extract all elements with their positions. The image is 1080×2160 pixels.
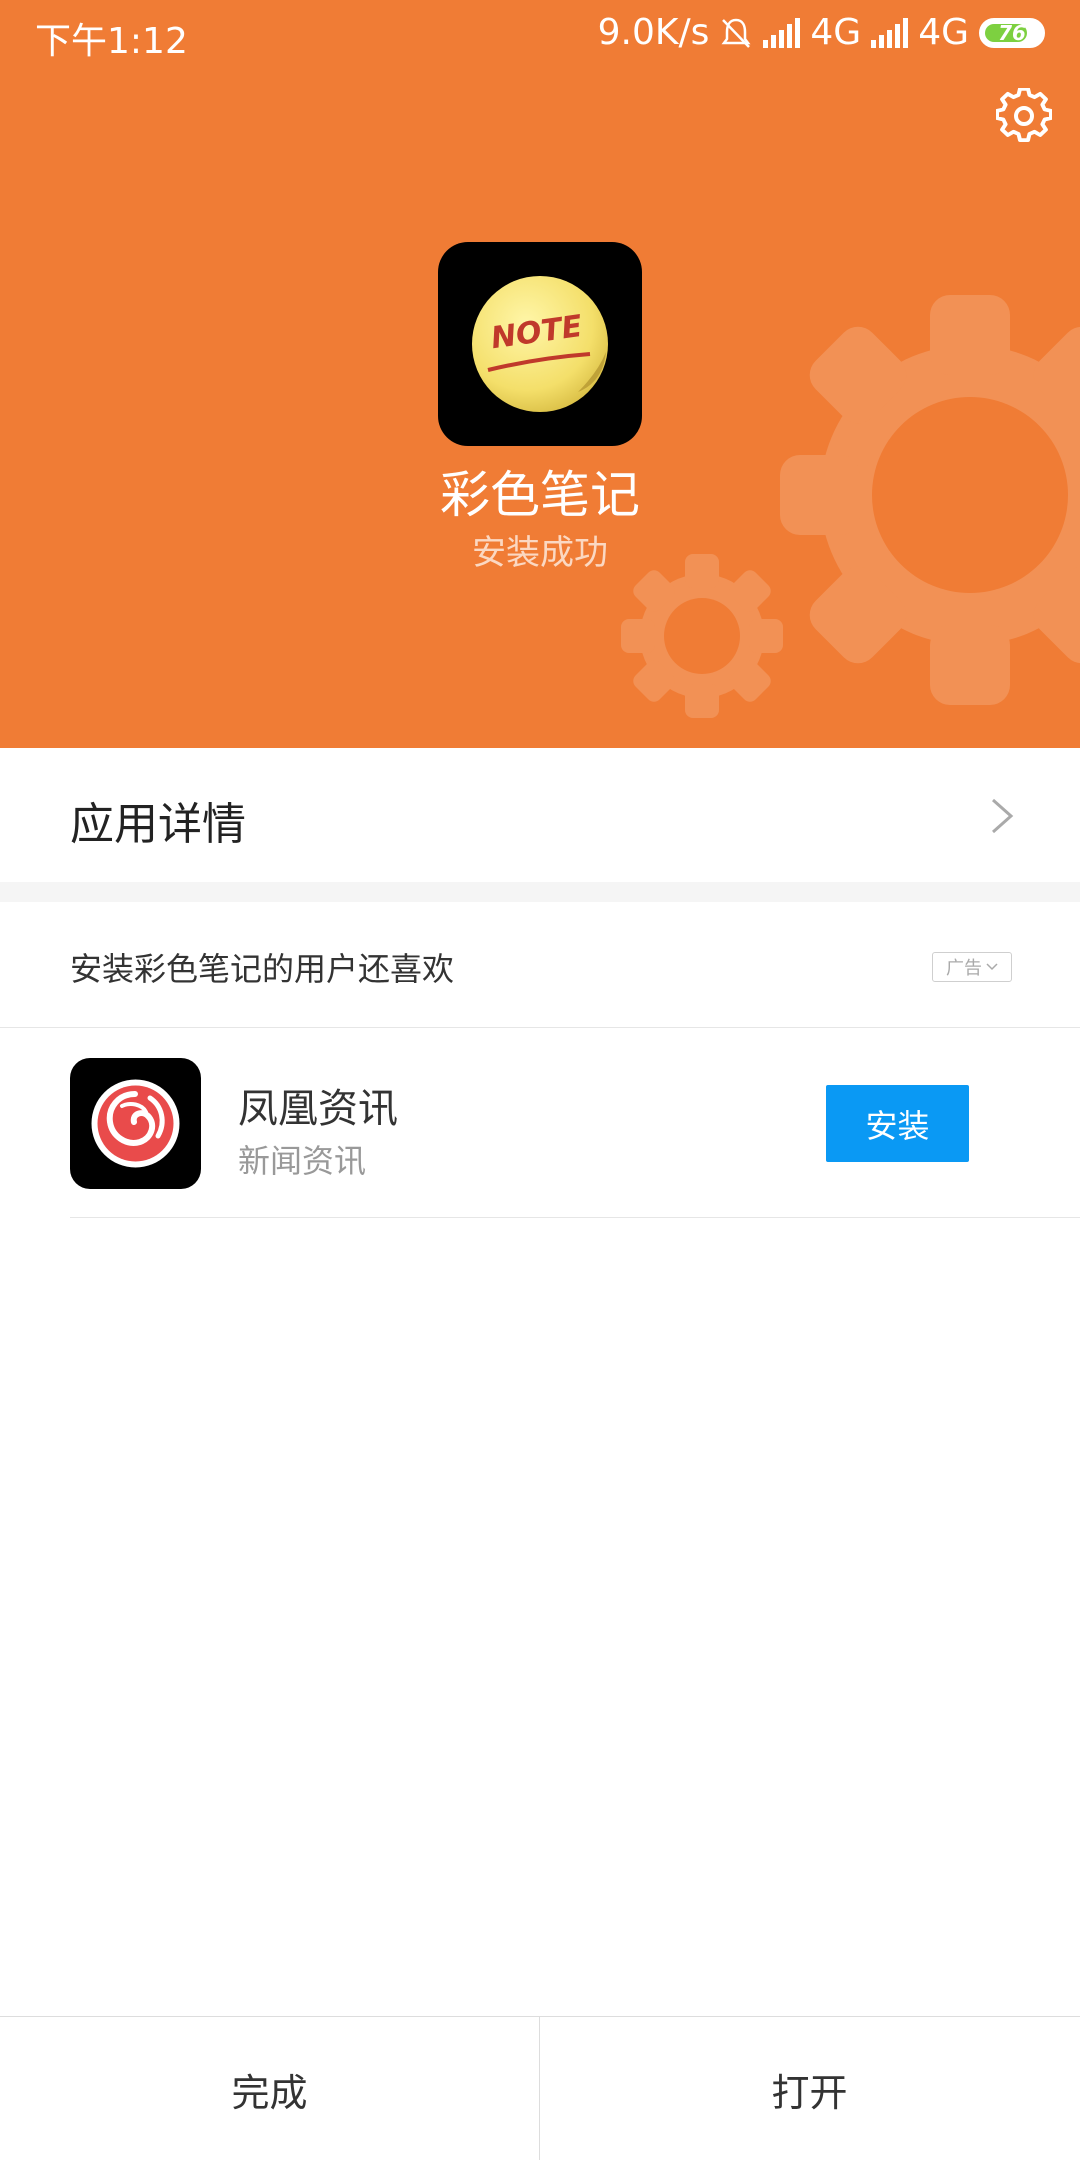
gear-decoration-small [621, 554, 783, 718]
open-button[interactable]: 打开 [540, 2017, 1079, 2160]
status-indicators: 9.0K/s 4G 4G 76 [598, 12, 1045, 53]
chevron-right-icon [992, 798, 1014, 834]
network-type-1: 4G [810, 12, 862, 53]
app-details-row[interactable]: 应用详情 [0, 748, 1080, 882]
signal-icon-2 [871, 17, 909, 48]
ad-label: 广告 [946, 958, 982, 979]
status-time: 下午1:12 [35, 21, 188, 62]
network-speed: 9.0K/s [597, 12, 710, 53]
app-icon: NOTE [438, 242, 642, 446]
signal-icon [763, 17, 801, 48]
bell-muted-icon [721, 18, 751, 48]
phoenix-logo-icon [91, 1079, 180, 1168]
recommended-app-category: 新闻资讯 [238, 1142, 367, 1180]
app-name: 彩色笔记 [440, 466, 640, 524]
recommended-app-icon [70, 1058, 201, 1189]
item-divider [70, 1217, 1080, 1218]
network-type-2: 4G [918, 12, 969, 53]
note-icon: NOTE [472, 276, 608, 412]
done-button[interactable]: 完成 [0, 2017, 539, 2160]
ad-badge[interactable]: 广告 [932, 952, 1012, 982]
battery-icon: 76 [979, 17, 1045, 48]
bottom-action-bar: 完成 打开 [0, 2016, 1080, 2160]
recommend-title: 安装彩色笔记的用户还喜欢 [70, 950, 455, 988]
recommended-app-name: 凤凰资讯 [238, 1086, 398, 1132]
recommend-header: 安装彩色笔记的用户还喜欢 [0, 902, 1080, 1028]
status-bar: 下午1:12 9.0K/s 4G 4G 76 [0, 0, 1080, 70]
settings-gear-icon[interactable] [996, 88, 1052, 144]
install-status: 安装成功 [472, 533, 608, 573]
chevron-down-icon [986, 963, 998, 971]
list-item[interactable]: 凤凰资讯 新闻资讯 安装 [0, 1028, 1080, 1218]
app-details-label: 应用详情 [70, 799, 246, 850]
section-divider [0, 882, 1080, 902]
install-button[interactable]: 安装 [826, 1085, 969, 1162]
install-result-header: 下午1:12 9.0K/s 4G 4G 76 NOTE 彩色笔记 安装成功 [0, 0, 1080, 748]
